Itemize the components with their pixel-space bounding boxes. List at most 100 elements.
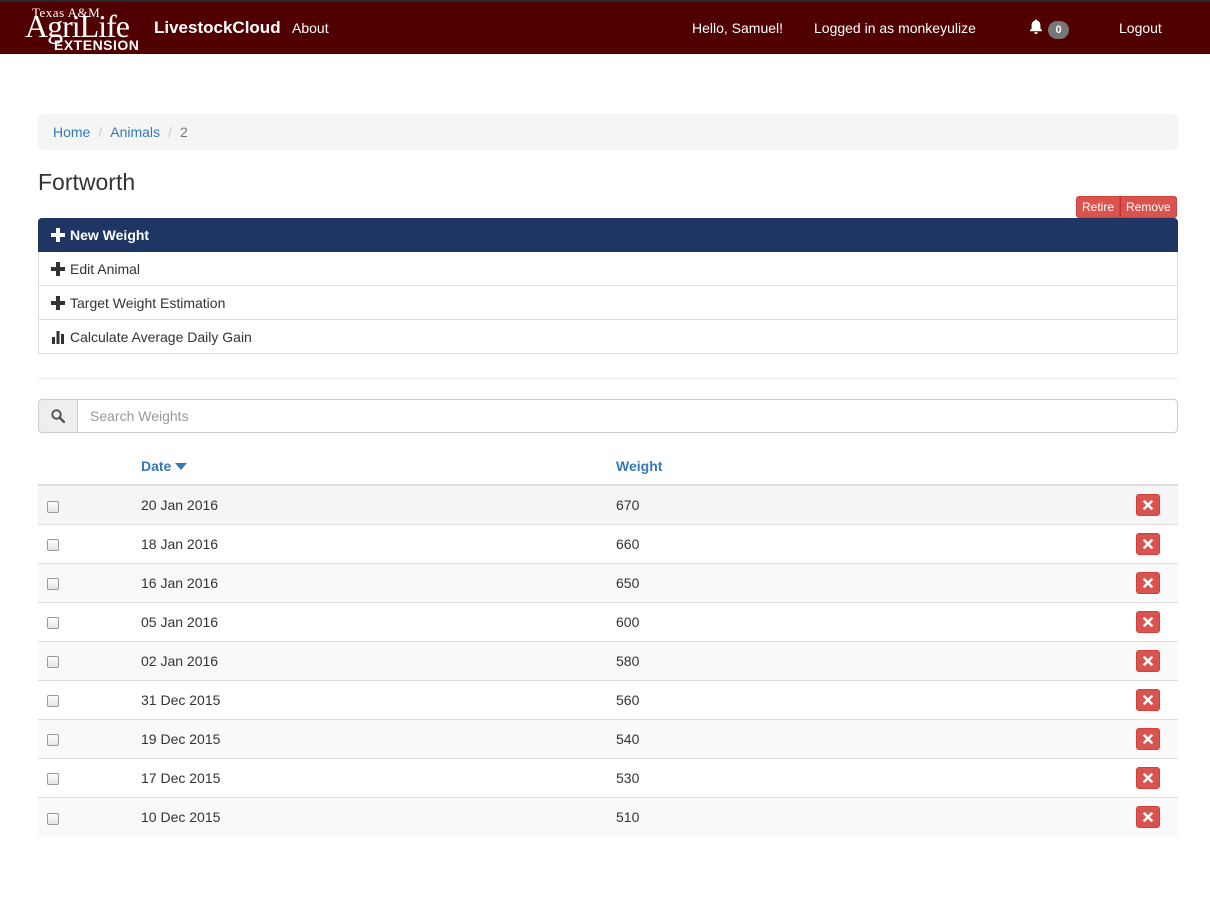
row-select-cell <box>38 796 141 836</box>
header-weight-label[interactable]: Weight <box>616 458 662 474</box>
row-delete-cell <box>1136 757 1178 797</box>
row-checkbox[interactable] <box>47 578 59 591</box>
row-weight: 540 <box>616 718 1136 758</box>
row-checkbox[interactable] <box>47 734 59 747</box>
logout-link[interactable]: Logout <box>1119 20 1162 36</box>
nav-about-link[interactable]: About <box>292 20 329 36</box>
panel-new-weight[interactable]: New Weight <box>38 218 1178 252</box>
row-date: 16 Jan 2016 <box>141 562 616 602</box>
search-weights-input[interactable] <box>78 399 1178 433</box>
panel-edit-animal[interactable]: Edit Animal <box>38 252 1178 286</box>
row-weight: 650 <box>616 562 1136 602</box>
breadcrumb-home[interactable]: Home <box>53 124 90 140</box>
row-weight: 580 <box>616 640 1136 680</box>
row-select-cell <box>38 523 141 563</box>
row-date: 19 Dec 2015 <box>141 718 616 758</box>
retire-button[interactable]: Retire <box>1076 196 1121 218</box>
plus-icon <box>51 261 65 276</box>
table-row: 05 Jan 2016 600 <box>38 601 1178 641</box>
logged-in-text: Logged in as monkeyulize <box>814 20 976 36</box>
brand-link[interactable]: LivestockCloud <box>154 18 281 38</box>
row-date: 02 Jan 2016 <box>141 640 616 680</box>
row-delete-cell <box>1136 640 1178 680</box>
row-checkbox[interactable] <box>47 695 59 708</box>
row-select-cell <box>38 484 141 524</box>
row-checkbox[interactable] <box>47 500 59 513</box>
header-actions <box>1136 447 1178 486</box>
row-select-cell <box>38 757 141 797</box>
close-icon <box>1143 811 1153 822</box>
delete-row-button[interactable] <box>1136 805 1160 828</box>
remove-button[interactable]: Remove <box>1120 196 1177 218</box>
breadcrumb-animals[interactable]: Animals <box>110 124 160 140</box>
delete-row-button[interactable] <box>1136 493 1160 516</box>
breadcrumb-current: 2 <box>179 124 188 140</box>
breadcrumb-separator: / <box>98 124 103 140</box>
agrilife-logo[interactable]: Texas A&M AgriLife EXTENSION <box>24 4 152 54</box>
logo-line-3: EXTENSION <box>54 37 140 53</box>
breadcrumb: Home / Animals / 2 <box>38 114 1178 150</box>
row-delete-cell <box>1136 601 1178 641</box>
search-icon <box>51 409 65 423</box>
panel-target-weight-estimation[interactable]: Target Weight Estimation <box>38 286 1178 320</box>
table-row: 16 Jan 2016 650 <box>38 562 1178 602</box>
row-date: 17 Dec 2015 <box>141 757 616 797</box>
sort-desc-icon[interactable] <box>175 462 188 471</box>
row-delete-cell <box>1136 484 1178 524</box>
row-delete-cell <box>1136 523 1178 563</box>
table-row: 20 Jan 2016 670 <box>38 484 1178 524</box>
header-weight[interactable]: Weight <box>616 447 1136 486</box>
row-date: 31 Dec 2015 <box>141 679 616 719</box>
row-select-cell <box>38 640 141 680</box>
search-addon <box>38 399 78 433</box>
table-row: 18 Jan 2016 660 <box>38 523 1178 563</box>
row-checkbox[interactable] <box>47 539 59 552</box>
header-date-label[interactable]: Date <box>141 458 171 474</box>
delete-row-button[interactable] <box>1136 766 1160 789</box>
row-weight: 660 <box>616 523 1136 563</box>
delete-row-button[interactable] <box>1136 688 1160 711</box>
delete-row-button[interactable] <box>1136 532 1160 555</box>
bar-chart-icon <box>52 330 64 344</box>
plus-icon <box>51 295 65 310</box>
panel-average-daily-gain[interactable]: Calculate Average Daily Gain <box>38 320 1178 354</box>
greeting-text: Hello, Samuel! <box>692 20 784 36</box>
row-weight: 510 <box>616 796 1136 836</box>
bell-icon[interactable] <box>1029 19 1043 35</box>
panel-label: Edit Animal <box>70 260 141 277</box>
header-select <box>38 447 141 486</box>
delete-row-button[interactable] <box>1136 727 1160 750</box>
close-icon <box>1143 772 1153 783</box>
row-weight: 670 <box>616 484 1136 524</box>
row-weight: 530 <box>616 757 1136 797</box>
row-checkbox[interactable] <box>47 617 59 630</box>
search-group <box>38 399 1178 433</box>
animal-actions-group: Retire Remove <box>1076 196 1177 218</box>
close-icon <box>1143 733 1153 744</box>
delete-row-button[interactable] <box>1136 649 1160 672</box>
section-divider <box>38 378 1178 379</box>
close-icon <box>1143 538 1153 549</box>
row-checkbox[interactable] <box>47 656 59 669</box>
notification-badge[interactable]: 0 <box>1048 21 1069 39</box>
row-date: 20 Jan 2016 <box>141 484 616 524</box>
close-icon <box>1143 655 1153 666</box>
table-row: 17 Dec 2015 530 <box>38 757 1178 797</box>
table-header-row: Date Weight <box>38 447 1178 486</box>
row-date: 10 Dec 2015 <box>141 796 616 836</box>
panel-label: Calculate Average Daily Gain <box>70 328 252 345</box>
table-row: 02 Jan 2016 580 <box>38 640 1178 680</box>
close-icon <box>1143 694 1153 705</box>
action-panel-group: New Weight Edit Animal Target Weight Est… <box>38 218 1178 354</box>
weights-table: Date Weight 20 Jan 2016 670 18 Jan 2016 660… <box>38 447 1178 836</box>
panel-label: New Weight <box>70 227 150 243</box>
row-delete-cell <box>1136 679 1178 719</box>
delete-row-button[interactable] <box>1136 610 1160 633</box>
row-checkbox[interactable] <box>47 773 59 786</box>
delete-row-button[interactable] <box>1136 571 1160 594</box>
row-select-cell <box>38 679 141 719</box>
table-row: 10 Dec 2015 510 <box>38 796 1178 836</box>
row-checkbox[interactable] <box>47 812 59 825</box>
header-date[interactable]: Date <box>141 447 616 486</box>
row-select-cell <box>38 601 141 641</box>
